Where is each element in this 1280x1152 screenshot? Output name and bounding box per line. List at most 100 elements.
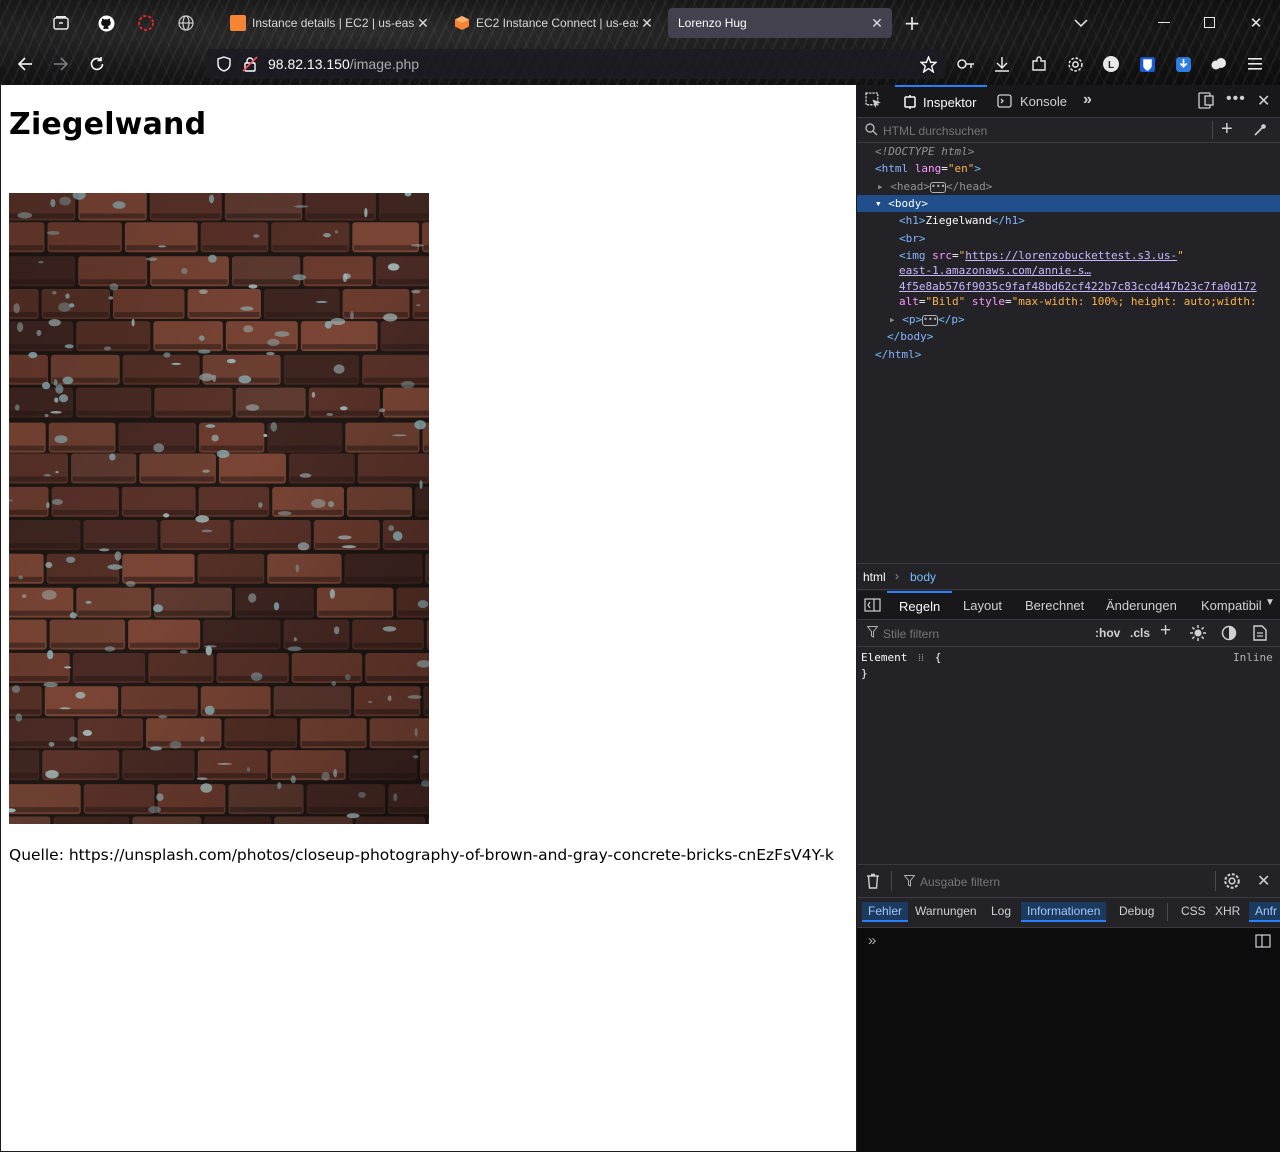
filter-anfragen[interactable]: Anfr: [1249, 902, 1280, 922]
console-settings-gear-icon[interactable]: [1223, 872, 1241, 893]
extension-pinned-tab-icon[interactable]: [135, 12, 157, 34]
ellipsis-icon[interactable]: •••: [922, 314, 939, 326]
tracking-protection-shield-icon[interactable]: [214, 54, 234, 74]
tab-console[interactable]: Konsole: [995, 85, 1075, 117]
markup-body-close[interactable]: </body>: [887, 328, 933, 345]
more-tools-chevron-icon[interactable]: »: [1083, 91, 1092, 109]
img-src-link[interactable]: east-1.amazonaws.com/annie-s…: [899, 264, 1091, 277]
firefox-view-icon[interactable]: [50, 12, 72, 34]
element-rule-line[interactable]: Element ⁞⁞ {: [861, 651, 941, 664]
close-tab-icon[interactable]: ✕: [414, 15, 432, 32]
filter-debug[interactable]: Debug: [1119, 904, 1154, 918]
breadcrumb: html › body: [857, 563, 1280, 590]
add-rule-icon[interactable]: +: [1160, 620, 1171, 642]
console-icon: [997, 94, 1012, 108]
close-split-console-icon[interactable]: ✕: [1257, 871, 1270, 891]
markup-html-open[interactable]: <html lang="en">: [875, 160, 981, 177]
toggle-sidebar-icon[interactable]: [864, 598, 881, 615]
img-src-link[interactable]: https://lorenzobuckettest.s3.us-: [965, 249, 1177, 262]
filter-fehler[interactable]: Fehler: [862, 902, 909, 922]
cls-toggle[interactable]: .cls: [1130, 626, 1150, 640]
filter-xhr[interactable]: XHR: [1215, 904, 1240, 918]
filter-warnungen[interactable]: Warnungen: [915, 904, 977, 918]
eyedropper-icon[interactable]: [1253, 123, 1267, 140]
styles-filter-input[interactable]: [881, 624, 1085, 643]
light-theme-sun-icon[interactable]: [1190, 625, 1206, 644]
brick-wall-photo: [9, 193, 429, 824]
tab-berechnet[interactable]: Berechnet: [1025, 598, 1084, 613]
filter-css[interactable]: CSS: [1181, 904, 1206, 918]
tab-aenderungen[interactable]: Änderungen: [1106, 598, 1177, 613]
filter-log[interactable]: Log: [991, 904, 1011, 918]
tab-instance-details[interactable]: Instance details | EC2 | us-east-1 ✕: [220, 8, 438, 38]
minimize-window-icon[interactable]: [1152, 12, 1176, 34]
close-tab-icon[interactable]: ✕: [638, 15, 656, 32]
clear-console-trash-icon[interactable]: [866, 873, 880, 892]
console-level-filters: Fehler Warnungen Log Informationen Debug…: [857, 897, 1280, 928]
tabs-overflow-icon[interactable]: ▼: [1265, 597, 1275, 608]
tab-kompatibilitaet[interactable]: Kompatibil: [1201, 598, 1262, 613]
maximize-window-icon[interactable]: [1198, 12, 1222, 34]
filter-informationen[interactable]: Informationen: [1021, 902, 1107, 922]
globe-pinned-tab-icon[interactable]: [175, 12, 197, 34]
breadcrumb-body[interactable]: body: [910, 570, 936, 584]
password-key-icon[interactable]: [955, 53, 977, 75]
reload-icon[interactable]: [86, 53, 108, 75]
close-devtools-icon[interactable]: ✕: [1257, 91, 1270, 111]
app-menu-icon[interactable]: [1244, 53, 1266, 75]
extensions-puzzle-icon[interactable]: [1028, 53, 1050, 75]
ellipsis-icon[interactable]: •••: [930, 181, 946, 193]
tab-layout[interactable]: Layout: [963, 598, 1002, 613]
markup-p[interactable]: ▸ <p>•••</p>: [889, 311, 965, 328]
markup-html-close[interactable]: </html>: [875, 346, 921, 363]
devtools-options-icon[interactable]: •••: [1226, 90, 1246, 108]
breadcrumb-html[interactable]: html: [863, 570, 886, 584]
download-helper-extension-icon[interactable]: [1172, 53, 1194, 75]
element-picker-icon[interactable]: [865, 92, 882, 112]
collapsed-arrow-icon[interactable]: ▸: [877, 180, 890, 193]
sidebar-tabs: Regeln Layout Berechnet Änderungen Kompa…: [857, 591, 1280, 620]
filter-icon: [903, 875, 916, 890]
url-text: 98.82.13.150/image.php: [268, 56, 419, 72]
forward-icon[interactable]: [50, 53, 72, 75]
address-bar[interactable]: 98.82.13.150/image.php: [206, 49, 946, 79]
markup-img-attrs: alt="Bild" style="max-width: 100%; heigh…: [899, 295, 1257, 308]
toggle-console-sidebar-icon[interactable]: [1255, 934, 1271, 951]
tab-ec2-instance-connect[interactable]: EC2 Instance Connect | us-east- ✕: [444, 8, 662, 38]
print-media-icon[interactable]: [1253, 625, 1267, 644]
bitwarden-extension-icon[interactable]: [1136, 53, 1158, 75]
insecure-lock-icon[interactable]: [240, 54, 260, 74]
console-input[interactable]: [887, 932, 1251, 952]
console-prompt-chevron-icon[interactable]: »: [868, 932, 876, 949]
tab-lorenzo-hug[interactable]: Lorenzo Hug ✕: [668, 8, 892, 38]
extension-cloud-icon[interactable]: [1208, 53, 1230, 75]
markup-head[interactable]: ▸ <head>•••</head>: [877, 178, 992, 195]
svg-text:L: L: [1108, 60, 1114, 71]
account-avatar-icon[interactable]: L: [1100, 53, 1122, 75]
settings-gear-icon[interactable]: [1064, 53, 1086, 75]
downloads-icon[interactable]: [991, 53, 1013, 75]
img-src-link[interactable]: 4f5e8ab576f9035c9faf48bd62cf422b7c83ccd4…: [899, 280, 1257, 293]
collapsed-arrow-icon[interactable]: ▸: [889, 313, 902, 326]
markup-h1[interactable]: <h1>Ziegelwand</h1>: [899, 212, 1025, 229]
dark-theme-contrast-icon[interactable]: [1221, 625, 1237, 644]
close-window-icon[interactable]: ✕: [1244, 12, 1268, 34]
add-node-icon[interactable]: +: [1221, 118, 1233, 141]
hov-toggle[interactable]: :hov: [1095, 626, 1120, 640]
tab-regeln[interactable]: Regeln: [887, 591, 953, 619]
markup-br[interactable]: <br>: [899, 230, 926, 247]
html-search-input[interactable]: [881, 121, 1205, 141]
expanded-arrow-icon[interactable]: ▾: [875, 197, 888, 210]
back-icon[interactable]: [14, 53, 36, 75]
bookmark-star-icon[interactable]: [918, 54, 938, 74]
tab-inspector[interactable]: Inspektor: [895, 85, 987, 117]
new-tab-icon[interactable]: +: [900, 11, 924, 35]
console-filter-input[interactable]: [918, 872, 1202, 892]
list-all-tabs-icon[interactable]: [1069, 12, 1093, 34]
close-tab-icon[interactable]: ✕: [868, 15, 886, 32]
github-pinned-tab-icon[interactable]: [95, 12, 117, 34]
markup-doctype[interactable]: <!DOCTYPE html>: [875, 143, 974, 160]
responsive-design-icon[interactable]: [1198, 92, 1214, 112]
attr-name: lang: [914, 162, 942, 175]
markup-body-selected[interactable]: ▾ <body>: [857, 195, 1280, 212]
